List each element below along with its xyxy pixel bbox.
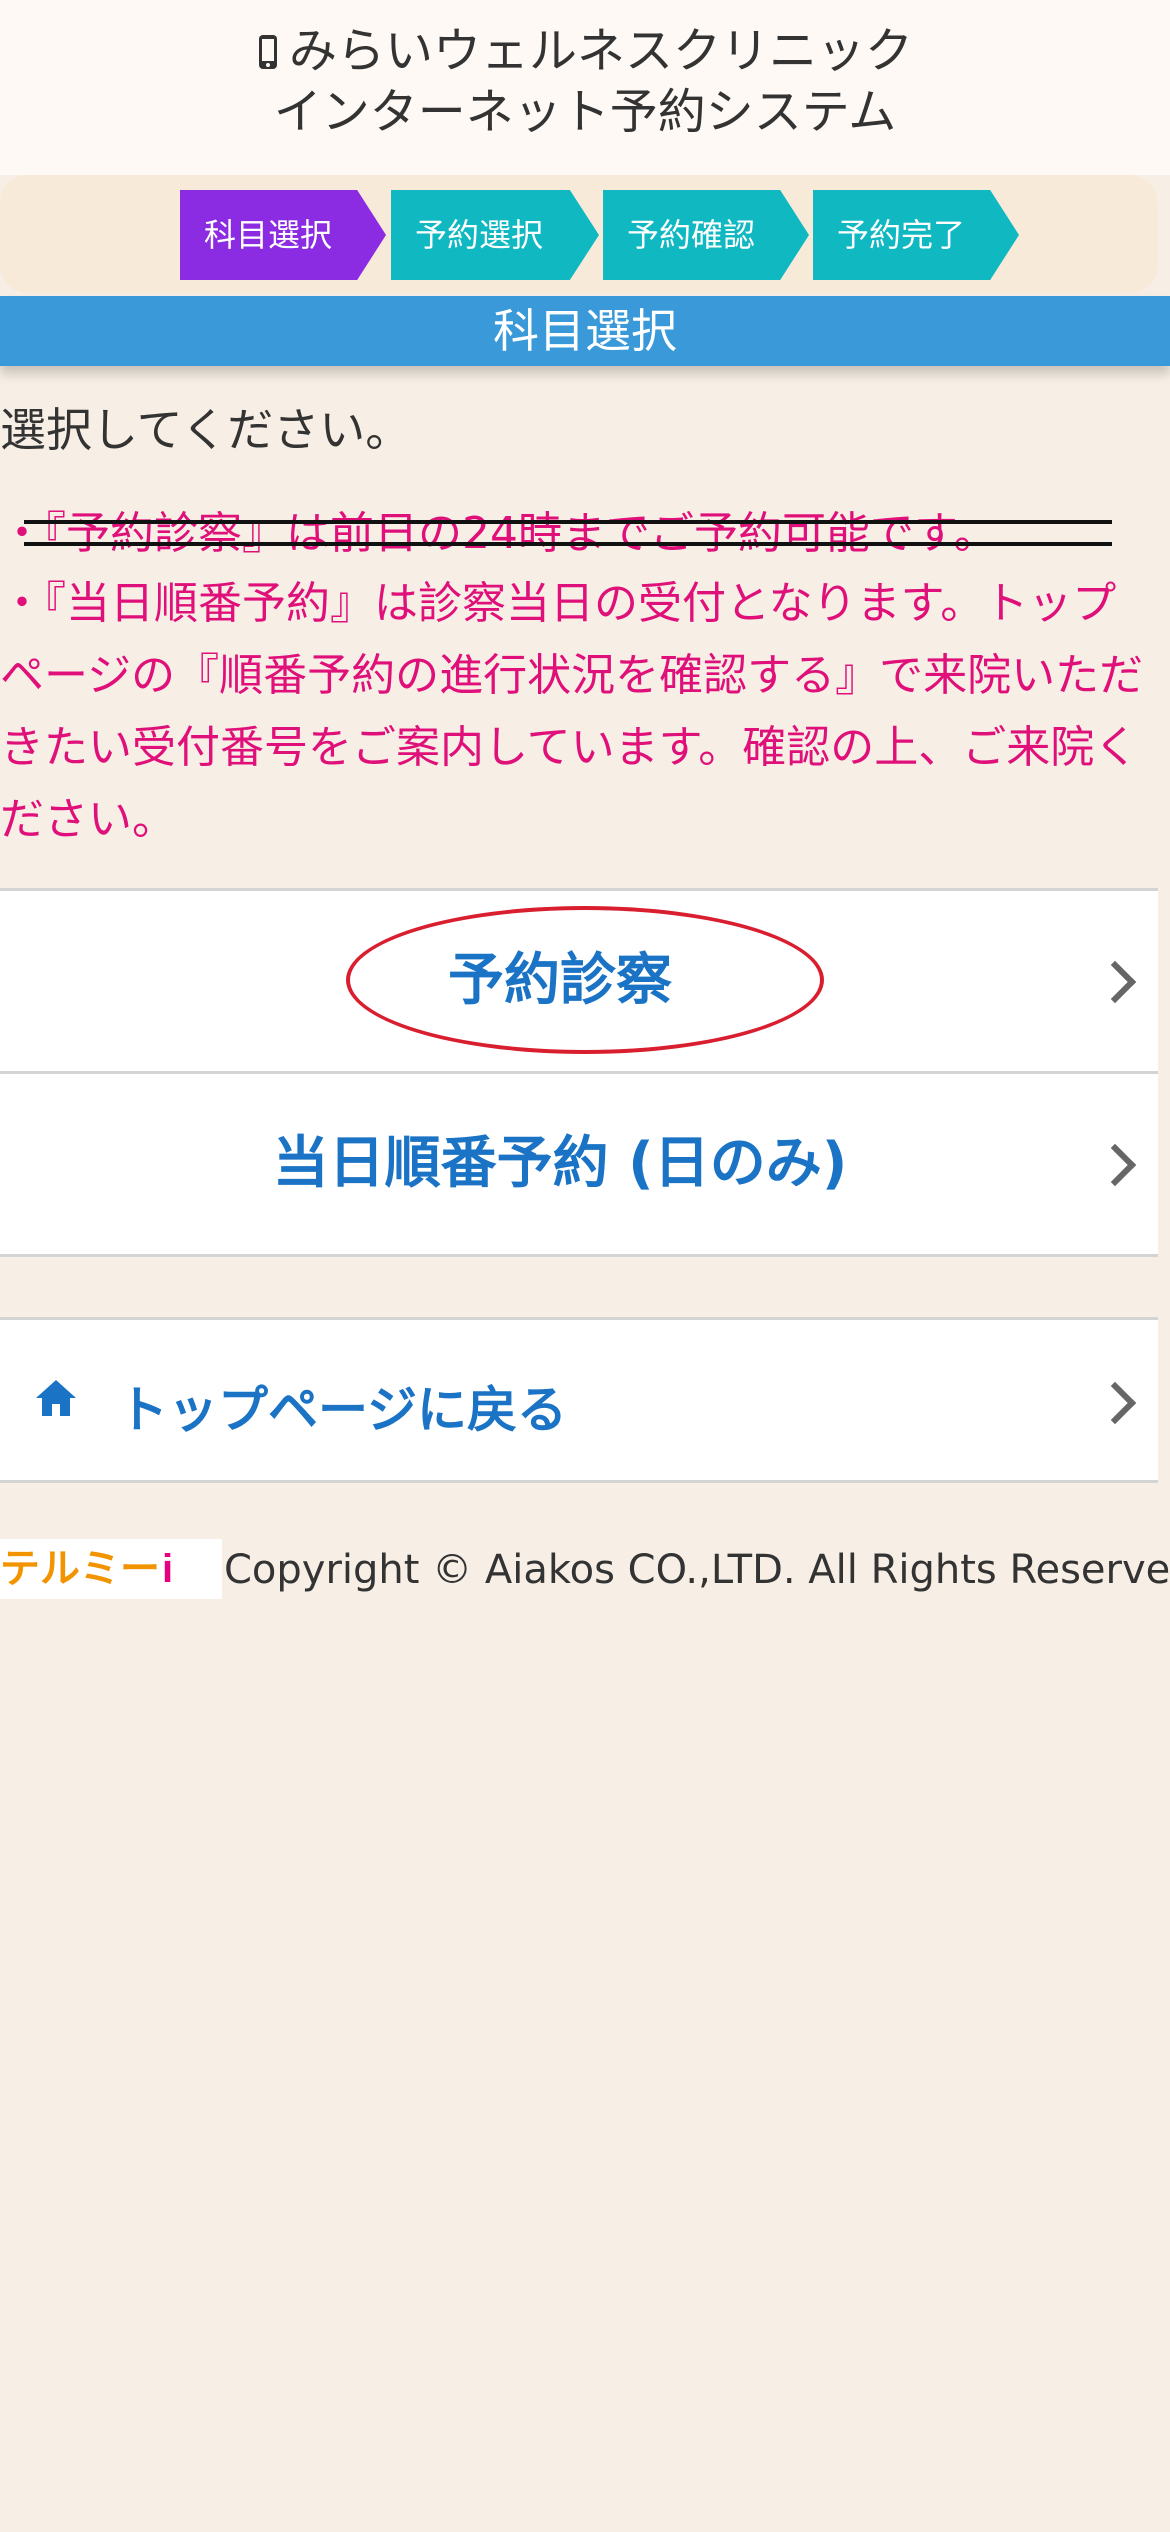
- footer: テルミーi Copyright © Aiakos CO.,LTD. All Ri…: [0, 1535, 1170, 1605]
- back-to-top-label: トップページに戻る: [118, 1381, 567, 1439]
- divider: [0, 1480, 1158, 1483]
- divider: [0, 1254, 1158, 1257]
- same-day-notice: ・『当日順番予約』は診察当日の受付となります。トップページの『順番予約の進行状況…: [0, 578, 1144, 845]
- step-subject-select: 科目選択: [180, 190, 386, 280]
- mobile-phone-icon: [257, 25, 279, 83]
- app-title: みらいウェルネスクリニック インターネット予約システム: [0, 22, 1170, 141]
- chevron-right-icon: [1093, 1381, 1137, 1425]
- step-reservation-complete: 予約完了: [813, 190, 1019, 280]
- struck-notice: ・『予約診察』は前日の24時までご予約可能です。: [0, 508, 998, 559]
- step-label: 科目選択: [204, 216, 333, 254]
- strike-line-bottom: [24, 542, 1112, 546]
- title-line-1: みらいウェルネスクリニック: [288, 23, 913, 79]
- step-reservation-select: 予約選択: [391, 190, 599, 280]
- copyright-text: Copyright © Aiakos CO.,LTD. All Rights R…: [224, 1547, 1170, 1593]
- home-icon: [34, 1378, 78, 1422]
- strike-line-top: [24, 520, 1112, 524]
- telmee-logo: テルミーi: [0, 1539, 222, 1599]
- step-label: 予約完了: [837, 216, 966, 254]
- step-label: 予約選択: [415, 216, 544, 254]
- option-label: 当日順番予約 (日のみ): [272, 1131, 848, 1196]
- section-title: 科目選択: [0, 296, 1170, 366]
- back-to-top-link[interactable]: トップページに戻る: [0, 1320, 1158, 1480]
- title-line-2: インターネット予約システム: [273, 84, 897, 140]
- highlight-circle: [346, 906, 824, 1054]
- page-header: みらいウェルネスクリニック インターネット予約システム: [0, 0, 1170, 175]
- step-reservation-confirm: 予約確認: [603, 190, 809, 280]
- step-label: 予約確認: [627, 216, 756, 254]
- option-same-day-queue[interactable]: 当日順番予約 (日のみ): [0, 1074, 1158, 1254]
- instruction-text: 選択してください。: [0, 403, 412, 457]
